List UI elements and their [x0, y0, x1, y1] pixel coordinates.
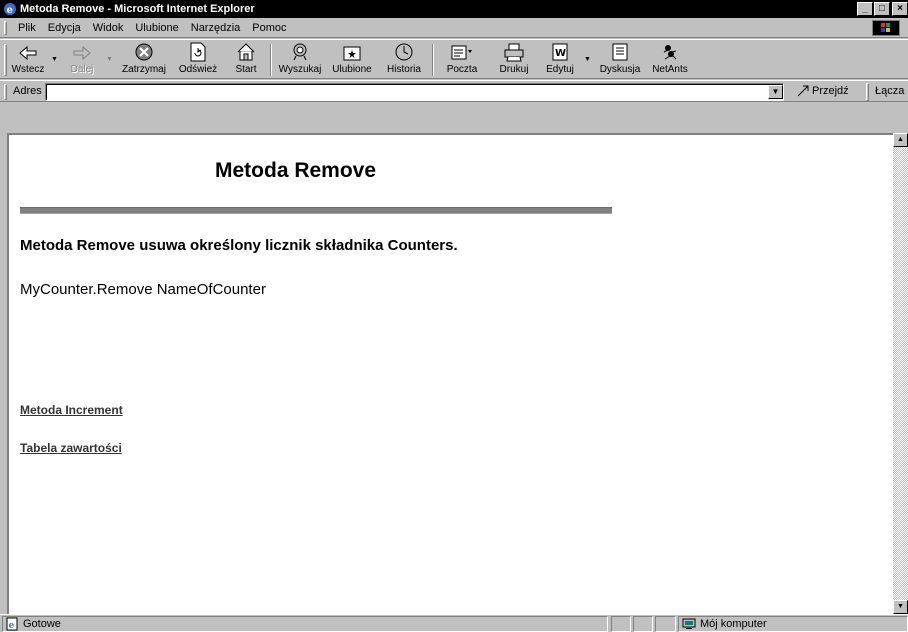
address-grip[interactable] [4, 84, 7, 100]
windows-logo-icon [881, 23, 890, 32]
menu-grip[interactable] [4, 21, 7, 35]
windows-logo-throbber [872, 20, 900, 36]
print-button[interactable]: Drukuj [494, 42, 534, 78]
print-icon [504, 43, 524, 62]
page-title: Metoda Remove [215, 159, 377, 182]
netants-label: NetAnts [652, 64, 688, 75]
discuss-icon [612, 43, 628, 61]
home-icon [237, 43, 255, 61]
horizontal-rule [20, 207, 612, 214]
menu-help[interactable]: Pomoc [246, 22, 292, 34]
link-table-of-contents[interactable]: Tabela zawartości [20, 441, 122, 455]
menu-view[interactable]: Widok [87, 22, 130, 34]
refresh-button[interactable]: Odśwież [176, 42, 220, 78]
menu-tools[interactable]: Narzędzia [185, 22, 247, 34]
stop-label: Zatrzymaj [122, 64, 166, 75]
links-button[interactable]: Łącza [875, 85, 904, 97]
edit-dropdown-icon[interactable]: ▼ [584, 56, 591, 63]
minimize-button[interactable]: _ [857, 2, 873, 16]
status-progress-cell [611, 616, 631, 632]
toolbar-grip[interactable] [4, 44, 7, 76]
scroll-up-icon[interactable]: ▲ [893, 133, 908, 147]
home-label: Start [235, 64, 257, 75]
back-arrow-icon [19, 45, 37, 61]
stop-button[interactable]: Zatrzymaj [116, 42, 172, 78]
status-security-cell [633, 616, 653, 632]
back-button[interactable]: Wstecz [8, 42, 48, 78]
print-label: Drukuj [499, 64, 529, 75]
page-content: Metoda Remove Metoda Remove usuwa określ… [7, 133, 893, 614]
edit-button[interactable]: W Edytuj [540, 42, 580, 78]
home-button[interactable]: Start [226, 42, 266, 78]
svg-text:W: W [555, 48, 566, 59]
computer-icon [682, 618, 696, 629]
links-separator [866, 83, 869, 101]
page-icon: e [6, 617, 18, 631]
maximize-button[interactable]: □ [874, 2, 890, 16]
svg-text:e: e [7, 5, 13, 16]
mail-icon [451, 45, 472, 60]
vertical-scrollbar[interactable]: ▲ ▼ [893, 133, 908, 614]
discuss-button[interactable]: Dyskusja [596, 42, 644, 78]
search-icon [293, 43, 307, 61]
menu-edit[interactable]: Edycja [42, 22, 87, 34]
menu-favorites[interactable]: Ulubione [129, 22, 184, 34]
search-button[interactable]: Wyszukaj [276, 42, 324, 78]
forward-dropdown-icon[interactable]: ▼ [106, 56, 113, 63]
status-offline-cell [655, 616, 676, 632]
svg-text:e: e [9, 621, 15, 631]
netants-button[interactable]: NetAnts [648, 42, 692, 78]
address-label: Adres [13, 85, 42, 97]
edit-label: Edytuj [546, 64, 574, 75]
back-label: Wstecz [11, 64, 45, 75]
history-icon [395, 43, 413, 61]
favorites-icon [343, 46, 361, 61]
favorites-button[interactable]: Ulubione [326, 42, 378, 78]
scroll-track[interactable] [893, 147, 908, 600]
window-title: Metoda Remove - Microsoft Internet Explo… [20, 3, 255, 15]
scroll-down-icon[interactable]: ▼ [893, 600, 908, 614]
refresh-label: Odśwież [178, 64, 218, 75]
toolbar-separator [270, 44, 272, 76]
toolbar-separator [432, 44, 434, 76]
word-edit-icon: W [552, 43, 568, 61]
search-label: Wyszukaj [278, 64, 322, 75]
menu-file[interactable]: Plik [12, 22, 42, 34]
forward-button[interactable]: Dalej [62, 42, 102, 78]
address-bar: Adres ▼ Przejdź Łącza [0, 80, 908, 102]
syntax-line: MyCounter.Remove NameOfCounter [20, 281, 266, 298]
ie-logo-icon: e [4, 3, 16, 16]
history-label: Historia [387, 64, 421, 75]
discuss-label: Dyskusja [599, 64, 641, 75]
address-input[interactable] [45, 83, 784, 101]
stop-icon [135, 43, 153, 61]
close-button[interactable]: × [892, 2, 908, 16]
title-bar: e Metoda Remove - Microsoft Internet Exp… [0, 0, 908, 18]
ant-icon [663, 45, 677, 60]
mail-button[interactable]: Poczta [440, 42, 484, 78]
back-dropdown-icon[interactable]: ▼ [51, 56, 58, 63]
refresh-icon [190, 42, 206, 62]
security-zone: Mój komputer [678, 616, 908, 632]
address-dropdown-icon[interactable]: ▼ [768, 85, 783, 99]
window-controls: _ □ × [856, 2, 908, 16]
go-button[interactable]: Przejdź [796, 84, 849, 98]
mail-label: Poczta [446, 64, 478, 75]
link-increment-method[interactable]: Metoda Increment [20, 403, 123, 417]
forward-label: Dalej [70, 64, 94, 75]
zone-label: Mój komputer [700, 618, 767, 630]
go-arrow-icon [797, 85, 809, 97]
status-text-panel: e Gotowe [2, 616, 608, 632]
favorites-label: Ulubione [332, 64, 372, 75]
status-bar: e Gotowe Mój komputer [0, 614, 908, 632]
standard-toolbar: Wstecz ▼ Dalej ▼ Zatrzymaj Odśwież Start… [0, 39, 908, 79]
status-text: Gotowe [23, 618, 61, 630]
go-label: Przejdź [812, 85, 849, 97]
menu-bar: Plik Edycja Widok Ulubione Narzędzia Pom… [0, 18, 908, 38]
page-description: Metoda Remove usuwa określony licznik sk… [20, 237, 458, 254]
forward-arrow-icon [73, 45, 91, 61]
history-button[interactable]: Historia [382, 42, 426, 78]
